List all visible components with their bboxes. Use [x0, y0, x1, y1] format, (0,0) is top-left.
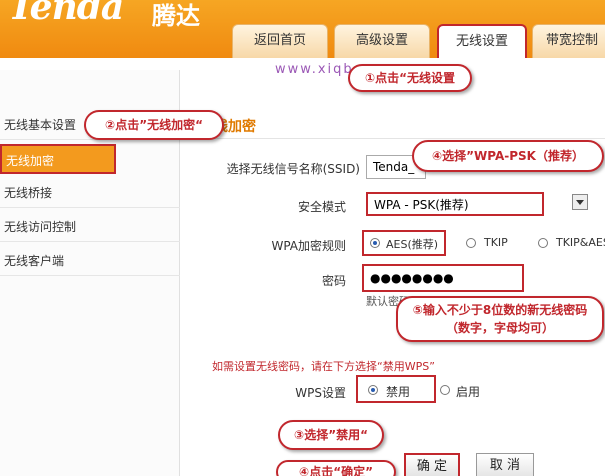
tkip-radio-label: TKIP — [484, 236, 508, 249]
tab-home[interactable]: 返回首页 — [232, 24, 328, 58]
security-mode-select[interactable]: WPA - PSK(推荐) — [366, 192, 544, 216]
aes-radio-label: AES(推荐) — [386, 238, 439, 251]
wps-disable-radio[interactable] — [368, 385, 378, 395]
callout-step1: ①点击“无线设置 — [348, 64, 472, 92]
ssid-label: 选择无线信号名称(SSID) — [226, 162, 360, 176]
ok-button[interactable]: 确 定 — [404, 453, 460, 476]
tab-bandwidth[interactable]: 带宽控制 — [532, 24, 605, 58]
wps-label: WPS设置 — [295, 386, 346, 400]
wpa-rule-label: WPA加密规则 — [271, 239, 346, 253]
sidebar-item-access-control[interactable]: 无线访问控制 — [0, 212, 180, 242]
tab-advanced[interactable]: 高级设置 — [334, 24, 430, 58]
password-label: 密码 — [321, 274, 346, 288]
callout-step4: ④选择”WPA-PSK（推荐） — [412, 140, 604, 172]
callout-step5-line1: ⑤输入不少于8位数的新无线密码 — [412, 303, 588, 317]
tenda-logo-cn: 腾达 — [152, 2, 200, 30]
cancel-button[interactable]: 取 消 — [476, 453, 534, 476]
aes-radio[interactable] — [370, 238, 380, 248]
sidebar-item-encryption[interactable]: 无线加密 — [0, 144, 116, 174]
header-bar: Tenda 腾达 返回首页 高级设置 无线设置 带宽控制 — [0, 0, 605, 58]
wps-warning-text: 如需设置无线密码，请在下方选择“禁用WPS” — [212, 360, 435, 373]
sidebar-item-bridge[interactable]: 无线桥接 — [0, 178, 180, 208]
security-mode-label: 安全模式 — [297, 200, 346, 214]
wps-disable-label: 禁用 — [386, 385, 411, 399]
password-input[interactable]: ●●●●●●●● — [362, 264, 524, 292]
tab-wireless[interactable]: 无线设置 — [437, 24, 527, 58]
callout-step5: ⑤输入不少于8位数的新无线密码 （数字，字母均可） — [396, 296, 604, 342]
tkip-radio[interactable] — [466, 238, 476, 248]
tkip-aes-radio[interactable] — [538, 238, 548, 248]
callout-step6: ④点击“确定” — [276, 460, 396, 476]
callout-step3: ③选择”禁用“ — [278, 420, 384, 450]
callout-step5-line2: （数字，字母均可） — [445, 321, 554, 335]
tkip-aes-radio-label: TKIP&AES — [556, 236, 605, 249]
chevron-down-icon[interactable] — [572, 194, 588, 210]
wps-enable-radio[interactable] — [440, 385, 450, 395]
tenda-logo: Tenda — [8, 0, 124, 28]
sidebar-item-client[interactable]: 无线客户端 — [0, 246, 180, 276]
callout-step2: ②点击”无线加密“ — [84, 110, 224, 140]
wps-enable-label: 启用 — [456, 385, 481, 399]
divider — [196, 138, 605, 139]
